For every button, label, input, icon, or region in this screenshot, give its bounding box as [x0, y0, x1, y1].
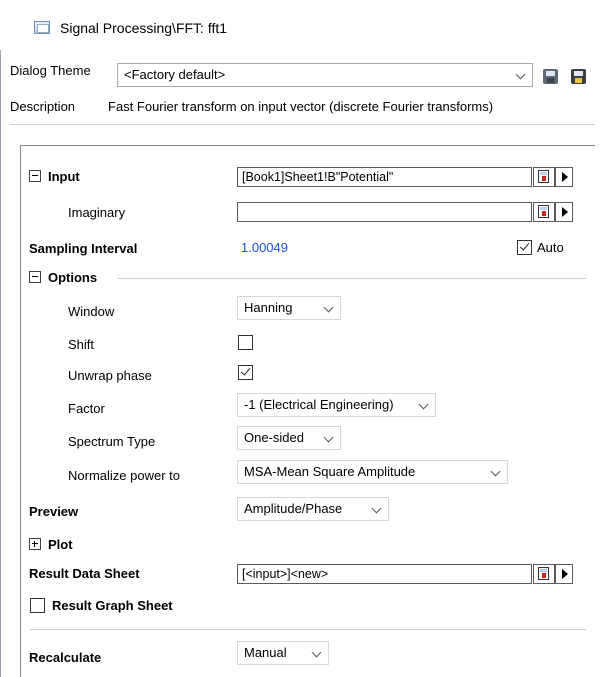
shift-checkbox[interactable]	[238, 335, 253, 350]
chevron-down-icon	[490, 466, 501, 477]
column-picker-icon	[538, 205, 549, 218]
result-data-sheet-picker-button[interactable]	[533, 564, 555, 584]
divider	[30, 629, 586, 630]
recalculate-label: Recalculate	[29, 650, 102, 665]
result-data-sheet-value: [<input>]<new>	[242, 567, 329, 581]
auto-checkbox[interactable]	[517, 240, 532, 255]
chevron-down-icon	[515, 69, 526, 80]
window-left-edge	[0, 50, 3, 677]
save-theme-as-icon	[571, 69, 586, 84]
options-label: Options	[48, 270, 98, 285]
description-label: Description	[10, 99, 76, 114]
unwrap-phase-checkbox[interactable]	[238, 365, 253, 380]
imaginary-menu-button[interactable]	[555, 202, 573, 222]
preview-label: Preview	[29, 504, 79, 519]
input-range-value: [Book1]Sheet1!B"Potential"	[242, 170, 394, 184]
result-data-sheet-menu-button[interactable]	[555, 564, 573, 584]
options-divider	[118, 278, 586, 279]
input-picker-button[interactable]	[533, 167, 555, 187]
chevron-down-icon	[323, 432, 334, 443]
normalize-power-label: Normalize power to	[68, 468, 180, 483]
sampling-interval-label: Sampling Interval	[29, 241, 138, 256]
spectrum-type-select[interactable]: One-sided	[237, 426, 341, 450]
window-value: Hanning	[244, 300, 293, 315]
input-label: Input	[48, 169, 80, 184]
window-select[interactable]: Hanning	[237, 296, 341, 320]
dialog-window-icon	[34, 21, 50, 34]
window-label: Window	[68, 304, 115, 319]
factor-label: Factor	[68, 401, 105, 416]
chevron-down-icon	[323, 302, 334, 313]
imaginary-range-field[interactable]	[237, 202, 532, 222]
factor-select[interactable]: -1 (Electrical Engineering)	[237, 393, 436, 417]
auto-label: Auto	[537, 240, 564, 255]
normalize-power-value: MSA-Mean Square Amplitude	[244, 464, 416, 479]
shift-label: Shift	[68, 337, 95, 352]
options-collapse-toggle[interactable]	[29, 271, 41, 283]
column-picker-icon	[538, 170, 549, 183]
input-range-field[interactable]: [Book1]Sheet1!B"Potential"	[237, 167, 532, 187]
input-menu-button[interactable]	[555, 167, 573, 187]
recalculate-select[interactable]: Manual	[237, 641, 329, 665]
recalculate-value: Manual	[244, 645, 287, 660]
window-title: Signal Processing\FFT: fft1	[60, 20, 228, 36]
chevron-down-icon	[371, 503, 382, 514]
input-collapse-toggle[interactable]	[29, 170, 41, 182]
description-text: Fast Fourier transform on input vector (…	[108, 99, 494, 114]
column-picker-icon	[538, 567, 549, 580]
save-theme-icon	[543, 69, 558, 84]
preview-value: Amplitude/Phase	[244, 501, 343, 516]
dialog-theme-select[interactable]: <Factory default>	[117, 63, 533, 87]
imaginary-picker-button[interactable]	[533, 202, 555, 222]
result-graph-sheet-checkbox[interactable]	[30, 598, 45, 613]
spectrum-type-label: Spectrum Type	[68, 434, 156, 449]
title-bar: Signal Processing\FFT: fft1	[0, 0, 600, 52]
sampling-interval-value[interactable]: 1.00049	[241, 240, 288, 255]
dialog-theme-label: Dialog Theme	[10, 63, 91, 78]
divider	[10, 124, 595, 125]
factor-value: -1 (Electrical Engineering)	[244, 397, 394, 412]
plot-expand-toggle[interactable]	[29, 538, 41, 550]
save-theme-as-button[interactable]	[568, 66, 590, 88]
plot-label: Plot	[48, 537, 73, 552]
unwrap-phase-label: Unwrap phase	[68, 368, 152, 383]
chevron-down-icon	[418, 399, 429, 410]
result-data-sheet-field[interactable]: [<input>]<new>	[237, 564, 532, 584]
spectrum-type-value: One-sided	[244, 430, 304, 445]
imaginary-label: Imaginary	[68, 205, 126, 220]
dialog-theme-value: <Factory default>	[124, 67, 226, 82]
result-data-sheet-label: Result Data Sheet	[29, 566, 140, 581]
chevron-down-icon	[311, 647, 322, 658]
normalize-power-select[interactable]: MSA-Mean Square Amplitude	[237, 460, 508, 484]
save-theme-button[interactable]	[540, 66, 562, 88]
result-graph-sheet-label: Result Graph Sheet	[52, 598, 173, 613]
preview-select[interactable]: Amplitude/Phase	[237, 497, 389, 521]
